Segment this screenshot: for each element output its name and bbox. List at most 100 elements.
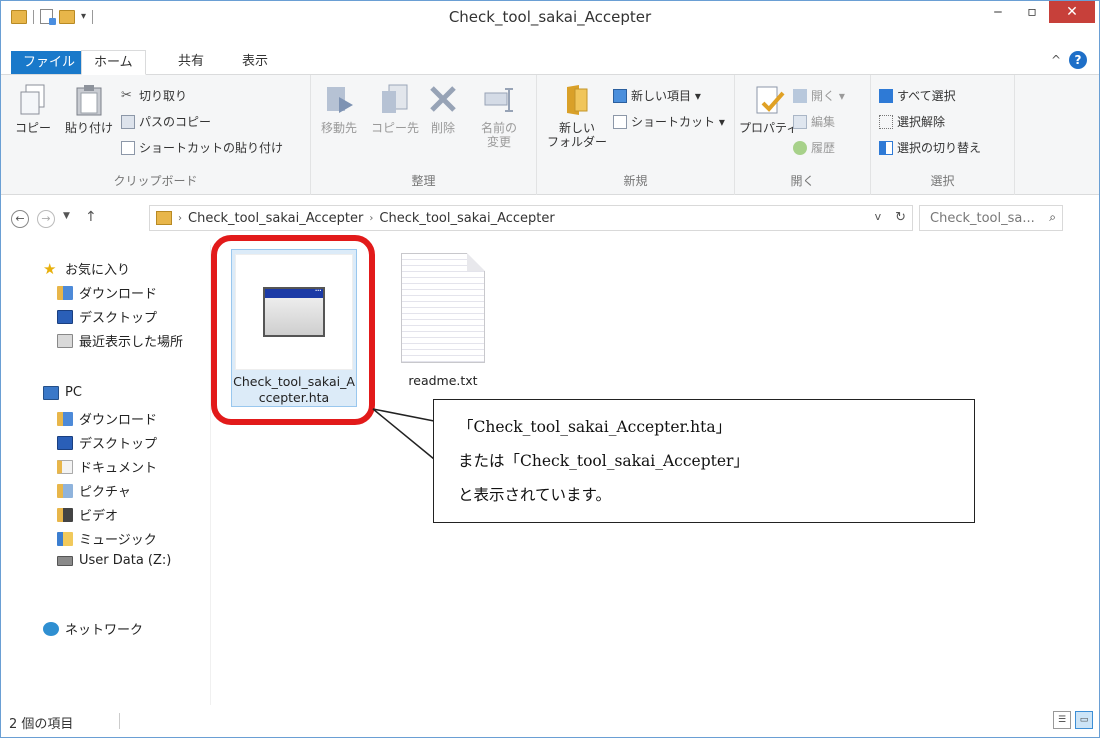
delete-x-icon [430, 86, 456, 112]
scissors-icon: ✂ [121, 87, 132, 103]
breadcrumb-item[interactable]: Check_tool_sakai_Accepter [188, 211, 363, 226]
up-button[interactable]: ↑ [85, 209, 97, 225]
file-item-readme[interactable]: readme.txt [393, 253, 493, 389]
address-area: ← → ▼ ↑ › Check_tool_sakai_Accepter › Ch… [1, 195, 1099, 245]
paste-button[interactable]: 貼り付け [65, 83, 113, 135]
properties-check-icon [756, 86, 785, 114]
history-button[interactable]: 履歴 [793, 139, 835, 156]
paste-shortcut-button[interactable]: ショートカットの貼り付け [121, 139, 283, 156]
nav-item-downloads[interactable]: ダウンロード [57, 283, 157, 302]
title-bar: ▾ Check_tool_sakai_Accepter ‒ ▫ ✕ [1, 1, 1099, 33]
new-group: 新しい フォルダー 新しい項目 ▾ ショートカット ▾ 新規 [537, 75, 735, 195]
address-bar[interactable]: › Check_tool_sakai_Accepter › Check_tool… [149, 205, 913, 231]
new-folder-icon [567, 85, 588, 115]
breadcrumb-item[interactable]: Check_tool_sakai_Accepter [379, 211, 554, 226]
select-all-label: すべて選択 [897, 89, 956, 103]
chevron-right-icon[interactable]: › [178, 213, 182, 224]
nav-label: ダウンロード [79, 287, 158, 302]
chevron-right-icon[interactable]: › [369, 213, 373, 224]
details-view-icon[interactable]: ☰ [1053, 711, 1071, 729]
nav-item-pc-desktop[interactable]: デスクトップ [57, 433, 157, 452]
nav-label: ビデオ [79, 509, 119, 524]
edit-button[interactable]: 編集 [793, 113, 835, 130]
recent-locations-chevron-down-icon[interactable]: ▼ [63, 211, 70, 221]
open-button[interactable]: 開く ▾ [793, 87, 845, 104]
address-controls: v ↻ [875, 210, 906, 225]
music-icon [57, 531, 73, 546]
nav-pc[interactable]: PC [43, 385, 82, 400]
minimize-button[interactable]: ‒ [981, 1, 1015, 23]
open-group-label: 開く [790, 174, 815, 188]
large-icons-view-icon[interactable]: ▭ [1075, 711, 1093, 729]
select-none-button[interactable]: 選択解除 [879, 113, 945, 130]
network-drive-icon [57, 555, 73, 566]
window-controls: ‒ ▫ ✕ [981, 1, 1095, 23]
star-icon: ★ [43, 259, 57, 278]
select-all-button[interactable]: すべて選択 [879, 87, 956, 104]
properties-button[interactable]: プロパティ [739, 83, 798, 135]
highlight-circle [211, 235, 375, 425]
network-icon [43, 621, 59, 636]
nav-item-videos[interactable]: ビデオ [57, 505, 118, 524]
tab-home[interactable]: ホーム [81, 50, 146, 75]
file-name: readme.txt [408, 373, 478, 388]
invert-selection-icon [879, 140, 893, 155]
pictures-icon [57, 483, 73, 498]
nav-network[interactable]: ネットワーク [43, 619, 143, 638]
tab-share[interactable]: 共有 [166, 50, 216, 75]
paste-icon [76, 85, 102, 116]
nav-label: PC [65, 385, 82, 400]
maximize-button[interactable]: ▫ [1015, 1, 1049, 23]
close-button[interactable]: ✕ [1049, 1, 1095, 23]
clipboard-group: コピー 貼り付け ✂ 切り取り パスのコピー ショートカットの貼り付け クリップ… [1, 75, 311, 195]
new-group-label: 新規 [623, 174, 648, 188]
properties-label: プロパティ [739, 121, 799, 135]
nav-item-desktop[interactable]: デスクトップ [57, 307, 157, 326]
nav-item-music[interactable]: ミュージック [57, 529, 157, 548]
nav-label: ドキュメント [79, 461, 158, 476]
collapse-ribbon-chevron-up-icon[interactable]: ^ [1051, 53, 1061, 67]
search-icon[interactable]: ⌕ [1049, 210, 1056, 225]
new-folder-button[interactable]: 新しい フォルダー [547, 83, 607, 149]
desktop-icon [57, 309, 73, 324]
invert-selection-button[interactable]: 選択の切り替え [879, 139, 981, 156]
help-icon[interactable]: ? [1069, 51, 1087, 69]
paste-shortcut-icon [121, 140, 135, 155]
cut-label: 切り取り [139, 89, 188, 103]
rename-button[interactable]: 名前の 変更 [481, 83, 517, 149]
copy-to-icon [382, 84, 408, 113]
chevron-down-icon[interactable]: v [875, 210, 882, 225]
move-to-button[interactable]: 移動先 [321, 83, 357, 135]
copy-button[interactable]: コピー [15, 83, 51, 135]
back-button[interactable]: ← [11, 210, 29, 228]
forward-button[interactable]: → [37, 210, 55, 228]
new-item-button[interactable]: 新しい項目 ▾ [613, 87, 701, 104]
callout-line: と表示されています。 [458, 486, 611, 504]
nav-label: デスクトップ [79, 311, 158, 326]
refresh-icon[interactable]: ↻ [895, 210, 906, 225]
copy-to-button[interactable]: コピー先 [371, 83, 419, 135]
select-none-icon [879, 114, 893, 129]
invert-selection-label: 選択の切り替え [897, 141, 982, 155]
move-to-label: 移動先 [321, 121, 358, 135]
nav-item-user-data-drive[interactable]: User Data (Z:) [57, 553, 171, 568]
search-input[interactable]: Check_tool_sa... ⌕ [919, 205, 1063, 231]
nav-item-recent-places[interactable]: 最近表示した場所 [57, 331, 183, 350]
rename-label-line2: 変更 [487, 135, 512, 149]
delete-button[interactable]: 削除 [427, 83, 459, 135]
divider [119, 713, 120, 729]
nav-item-documents[interactable]: ドキュメント [57, 457, 157, 476]
copy-label: コピー [15, 121, 52, 135]
tab-view[interactable]: 表示 [230, 50, 280, 75]
nav-item-pictures[interactable]: ピクチャ [57, 481, 131, 500]
copy-path-button[interactable]: パスのコピー [121, 113, 211, 130]
select-all-icon [879, 88, 893, 103]
easy-access-button[interactable]: ショートカット ▾ [613, 113, 725, 130]
cut-button[interactable]: ✂ 切り取り [121, 87, 187, 104]
copy-to-label: コピー先 [371, 121, 420, 135]
tab-file[interactable]: ファイル [11, 51, 88, 74]
nav-item-pc-downloads[interactable]: ダウンロード [57, 409, 157, 428]
edit-icon [793, 114, 807, 129]
nav-favorites[interactable]: ★ お気に入り [43, 259, 130, 278]
select-none-label: 選択解除 [897, 115, 946, 129]
